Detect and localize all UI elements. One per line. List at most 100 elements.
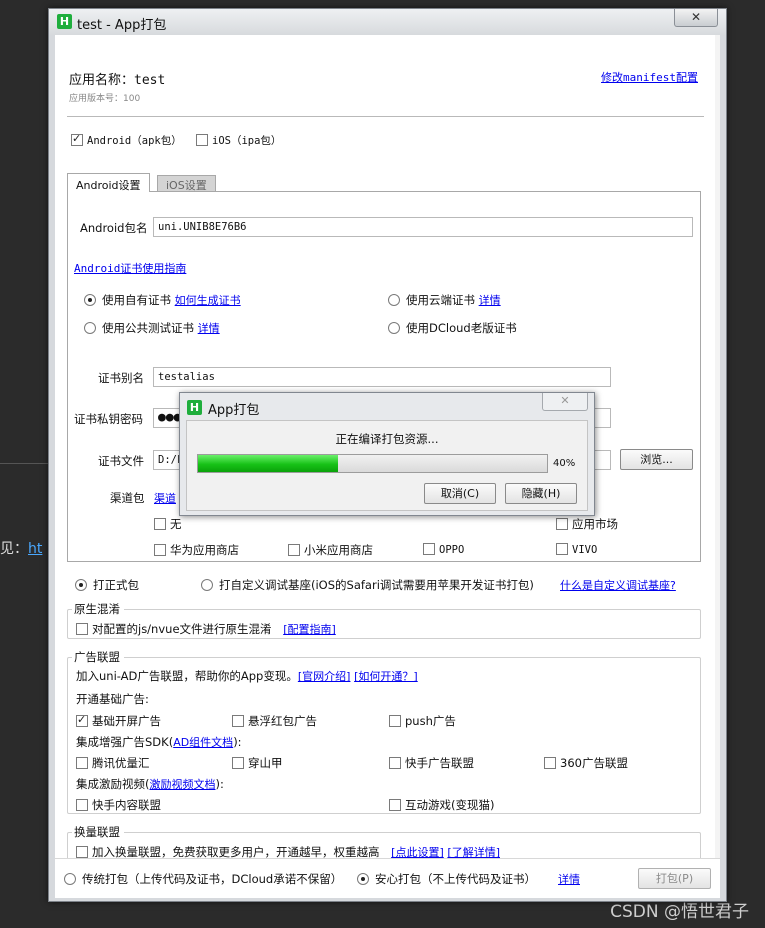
channel-none[interactable]: 无 [154,516,182,532]
cert-public-radio[interactable] [84,322,96,334]
ad-howto-link[interactable]: [如何开通？] [354,670,418,683]
cert-own-radio[interactable] [84,294,96,306]
ad-360[interactable]: 360广告联盟 [544,755,628,771]
channel-vivo[interactable]: VIVO [556,542,597,556]
hide-button[interactable]: 隐藏(H) [505,483,577,504]
channel-oppo[interactable]: OPPO [423,542,464,556]
ad-float-redpacket-checkbox[interactable] [232,715,244,727]
pack-button[interactable]: 打包(P) [638,868,711,889]
safe-pack-option[interactable]: 安心打包（不上传代码及证书） [357,871,536,887]
dialog-title: App打包 [208,403,260,418]
ad-interactive-game[interactable]: 互动游戏(变现猫) [389,797,494,813]
ad-video-doc-link[interactable]: 激励视频文档 [150,778,216,791]
vertical-scrollbar[interactable] [715,35,720,858]
ad-pangle-checkbox[interactable] [232,757,244,769]
cert-public-link[interactable]: 详情 [198,322,220,335]
ad-kuaishou-content-checkbox[interactable] [76,799,88,811]
build-custom-option[interactable]: 打自定义调试基座(iOS的Safari调试需要用苹果开发证书打包) [201,577,534,593]
android-platform-option[interactable]: Android（apk包） [71,132,182,148]
ios-checkbox[interactable] [196,134,208,146]
cert-own-link[interactable]: 如何生成证书 [175,294,241,307]
ad-tencent[interactable]: 腾讯优量汇 [76,755,150,771]
ad-splash[interactable]: 基础开屏广告 [76,713,161,729]
build-custom-radio[interactable] [201,579,213,591]
obfuscation-label: 对配置的js/nvue文件进行原生混淆 [92,622,272,636]
ad-component-doc-link[interactable]: AD组件文档 [173,736,233,749]
ad-kuaishou-checkbox[interactable] [389,757,401,769]
ad-interactive-game-checkbox[interactable] [389,799,401,811]
channel-xiaomi-label: 小米应用商店 [304,543,373,557]
cert-option-own[interactable]: 使用自有证书 如何生成证书 [84,292,241,308]
android-checkbox[interactable] [71,132,83,146]
channel-xiaomi[interactable]: 小米应用商店 [288,542,373,558]
ad-tencent-checkbox[interactable] [76,757,88,769]
channel-oppo-checkbox[interactable] [423,543,435,555]
exchange-alliance-group: 换量联盟 加入换量联盟，免费获取更多用户，开通越早，权重越高 [点此设置] [了… [67,824,701,858]
ios-platform-option[interactable]: iOS（ipa包） [196,133,281,148]
ad-interactive-game-label: 互动游戏(变现猫) [405,798,495,812]
cert-option-public[interactable]: 使用公共测试证书 详情 [84,320,220,336]
build-formal-radio[interactable] [75,579,87,591]
channel-market[interactable]: 应用市场 [556,516,618,532]
channel-vivo-checkbox[interactable] [556,543,568,555]
dialog-body: 正在编译打包资源... 40% 取消(C) 隐藏(H) [186,420,588,511]
obfuscation-checkbox[interactable] [76,623,88,635]
ad-kuaishou-content-label: 快手内容联盟 [92,798,161,812]
obfuscation-group: 原生混淆 对配置的js/nvue文件进行原生混淆 [配置指南] [67,601,701,639]
cancel-button[interactable]: 取消(C) [424,483,496,504]
browse-button[interactable]: 浏览... [620,449,693,470]
safe-pack-radio[interactable] [357,873,369,885]
cert-password-label: 证书私钥密码 [74,412,143,426]
exchange-settings-link[interactable]: [点此设置] [391,846,444,858]
build-formal-label: 打正式包 [93,578,139,592]
obfuscation-guide-link[interactable]: [配置指南] [283,623,336,636]
cert-option-dcloud[interactable]: 使用DCloud老版证书 [388,320,517,336]
dialog-close-button[interactable]: ✕ [542,393,588,411]
ad-float-redpacket[interactable]: 悬浮红包广告 [232,713,317,729]
package-name-input[interactable]: uni.UNIB8E76B6 [153,217,693,237]
tab-android-settings[interactable]: Android设置 [67,173,150,192]
cert-option-cloud[interactable]: 使用云端证书 详情 [388,292,501,308]
ad-official-link[interactable]: [官网介绍] [298,670,351,683]
exchange-checkbox[interactable] [76,846,88,858]
ad-push-checkbox[interactable] [389,715,401,727]
android-cert-guide-link[interactable]: Android证书使用指南 [74,260,186,276]
traditional-pack-radio[interactable] [64,873,76,885]
channel-vivo-label: VIVO [572,544,598,556]
safe-pack-detail-link[interactable]: 详情 [558,871,580,887]
ad-360-checkbox[interactable] [544,757,556,769]
ad-kuaishou[interactable]: 快手广告联盟 [389,755,474,771]
ad-kuaishou-content[interactable]: 快手内容联盟 [76,797,161,813]
custom-base-help-link[interactable]: 什么是自定义调试基座? [560,577,676,593]
cert-cloud-radio[interactable] [388,294,400,306]
window-titlebar[interactable]: H test - App打包 ✕ [49,9,726,35]
app-name: 应用名称：test [69,69,165,88]
channel-market-checkbox[interactable] [556,518,568,530]
cert-cloud-link[interactable]: 详情 [479,294,501,307]
window-close-button[interactable]: ✕ [674,9,718,27]
channel-none-checkbox[interactable] [154,518,166,530]
channel-link[interactable]: 渠道 [154,490,176,506]
obfuscation-option[interactable]: 对配置的js/nvue文件进行原生混淆 [配置指南] [76,621,336,637]
ad-splash-checkbox[interactable] [76,713,88,727]
channel-huawei-checkbox[interactable] [154,544,166,556]
channel-huawei[interactable]: 华为应用商店 [154,542,239,558]
ad-push[interactable]: push广告 [389,713,456,729]
exchange-details-link[interactable]: [了解详情] [447,846,500,858]
tab-ios-settings[interactable]: iOS设置 [157,175,216,192]
cert-dcloud-radio[interactable] [388,322,400,334]
hbuilder-icon: H [187,400,202,415]
background-hint-link[interactable]: ht [28,541,42,557]
cert-alias-input[interactable]: testalias [153,367,611,387]
channel-xiaomi-checkbox[interactable] [288,544,300,556]
channel-none-label: 无 [170,517,182,531]
hbuilder-icon: H [57,14,72,29]
exchange-option[interactable]: 加入换量联盟，免费获取更多用户，开通越早，权重越高 [点此设置] [了解详情] [76,844,500,858]
ad-pangle[interactable]: 穿山甲 [232,755,283,771]
channel-oppo-label: OPPO [439,544,465,556]
build-formal-option[interactable]: 打正式包 [75,577,139,593]
ad-float-redpacket-label: 悬浮红包广告 [248,714,317,728]
traditional-pack-option[interactable]: 传统打包（上传代码及证书，DCloud承诺不保留） [64,871,342,887]
packing-progress-dialog: H App打包 ✕ 正在编译打包资源... 40% 取消(C) 隐藏(H) [179,392,595,516]
edit-manifest-link[interactable]: 修改manifest配置 [601,69,698,85]
